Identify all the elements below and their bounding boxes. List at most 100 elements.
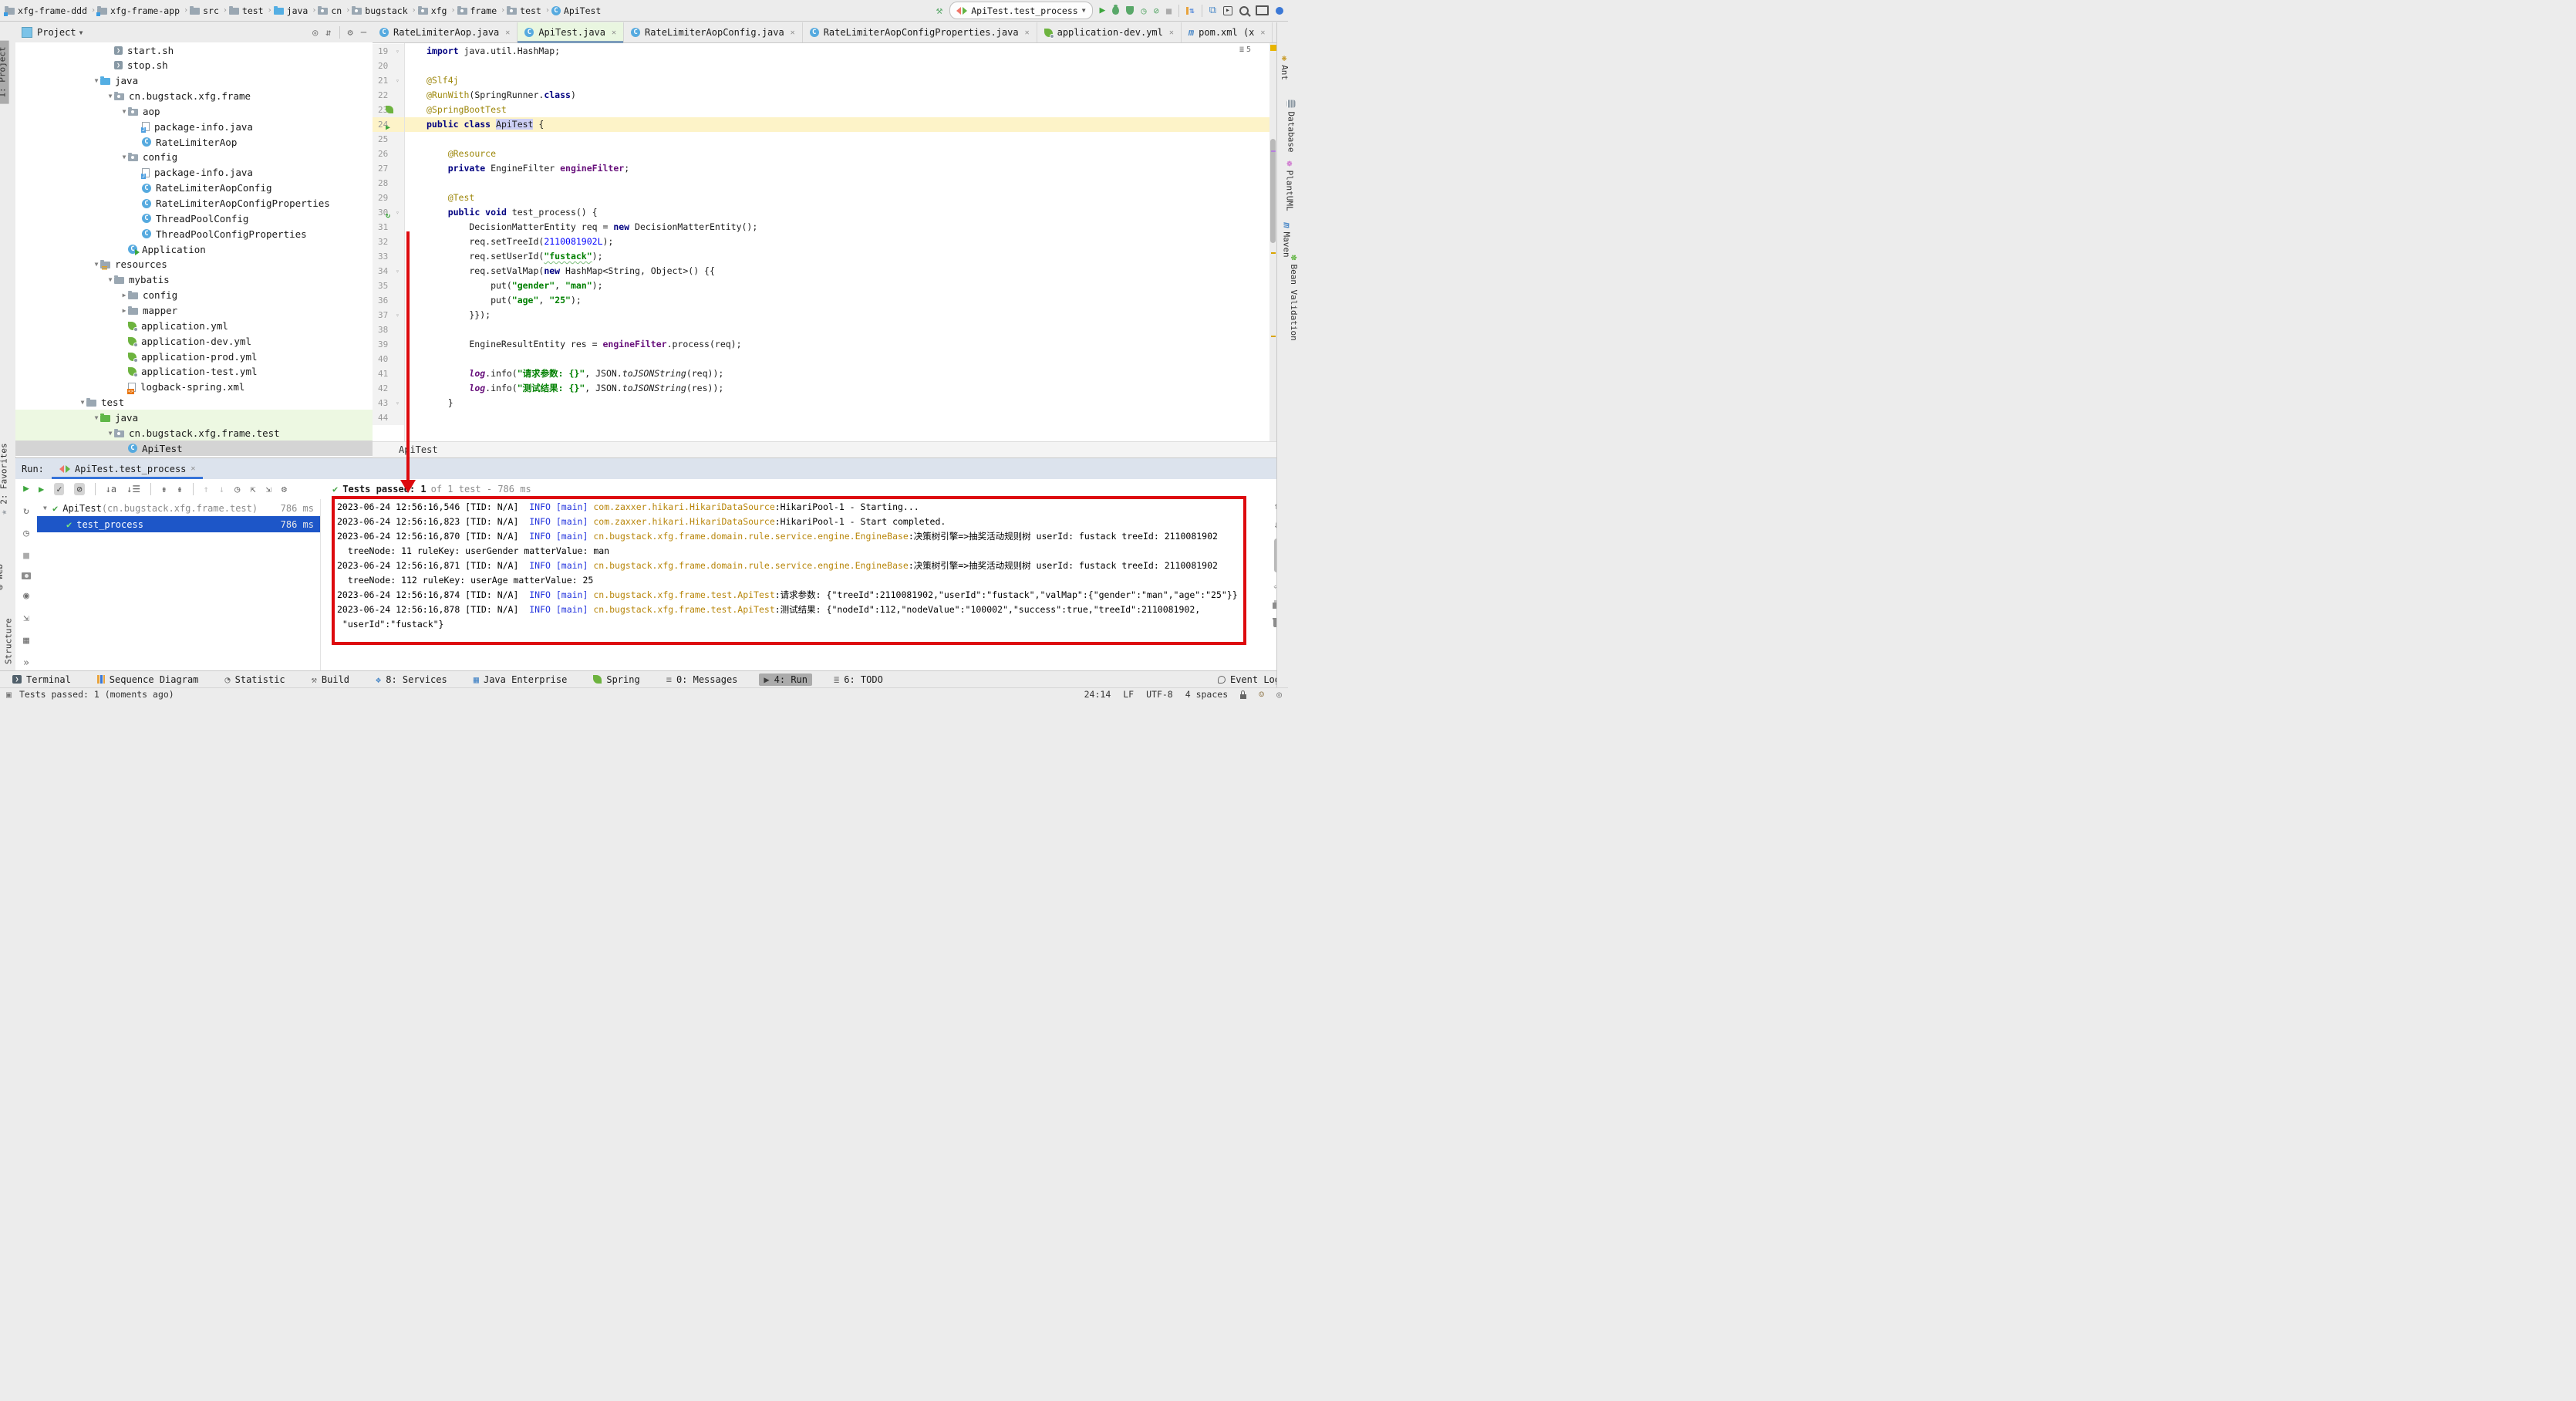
profiler-button[interactable]: ◷ [1141, 5, 1146, 16]
tree-item[interactable]: package-info.java [15, 165, 373, 181]
rerun-failed-button[interactable]: ↻ [23, 505, 29, 517]
run-anything-button[interactable]: ▶ [1223, 5, 1232, 15]
tree-arrow-icon[interactable]: ▶ [120, 292, 128, 299]
gear-icon[interactable]: ⚙ [348, 27, 353, 38]
locate-icon[interactable]: ◎ [312, 27, 318, 38]
debug-button[interactable] [1112, 5, 1120, 15]
readonly-lock-icon[interactable] [1240, 690, 1247, 699]
toolwindow-project-button[interactable]: 1: Project [0, 40, 9, 104]
tree-arrow-icon[interactable]: ▼ [106, 93, 114, 100]
fold-marker-icon[interactable]: ▿ [396, 44, 400, 59]
export-button[interactable]: ⇲ [266, 484, 271, 495]
toolwindow-sequencediagram-button[interactable]: Sequence Diagram [93, 673, 204, 686]
thread-dump-button[interactable] [22, 572, 31, 579]
toolwindow-beanvalidation-button[interactable]: ✽ Bean Validation [1289, 255, 1300, 341]
tree-item[interactable]: RateLimiterAopConfig [15, 181, 373, 196]
settings-button[interactable]: ⚙ [282, 484, 287, 495]
code-line[interactable]: 29 @Test [373, 191, 1269, 205]
code-line[interactable]: 34 ▿ req.setValMap(new HashMap<String, Ob… [373, 264, 1269, 279]
breadcrumb-item[interactable]: frame [457, 5, 497, 16]
editor-tab[interactable]: RateLimiterAop.java ✕ [373, 22, 518, 42]
tab-close-icon[interactable]: ✕ [1025, 29, 1030, 37]
tree-item[interactable]: ▶ config [15, 288, 373, 303]
tree-item[interactable]: ThreadPoolConfig [15, 211, 373, 226]
code-line[interactable]: 39 EngineResultEntity res = engineFilter… [373, 337, 1269, 352]
import-tests-button[interactable]: ⇲ [23, 613, 29, 624]
check-button[interactable]: ✓ [54, 483, 65, 495]
toolwindow-terminal-button[interactable]: Terminal [8, 673, 76, 686]
editor-tab[interactable]: m pom.xml (x ✕ [1182, 22, 1273, 42]
profiler-attach-button[interactable]: ⊘ [1154, 5, 1159, 16]
tree-item[interactable]: logback-spring.xml [15, 380, 373, 395]
code-line[interactable]: 23 @SpringBootTest [373, 103, 1269, 117]
tree-item[interactable]: ApiTest [15, 441, 373, 457]
tree-arrow-icon[interactable]: ▼ [79, 399, 86, 406]
tree-item[interactable]: ThreadPoolConfigProperties [15, 226, 373, 241]
tree-item[interactable]: package-info.java [15, 119, 373, 134]
sync-changes-icon[interactable]: ⇅ [1186, 5, 1195, 15]
tree-item[interactable]: RateLimiterAopConfigProperties [15, 196, 373, 211]
tree-item[interactable]: start.sh [15, 42, 373, 58]
tree-item[interactable]: application-test.yml [15, 364, 373, 380]
tree-item[interactable]: ▼ resources [15, 257, 373, 272]
sort-alpha-button[interactable]: ↓a [106, 484, 116, 495]
breadcrumb-item[interactable]: src [190, 5, 219, 16]
breadcrumb-item[interactable]: cn [318, 5, 342, 16]
editor-breadcrumb-bar[interactable]: ApiTest [373, 441, 1276, 457]
tab-close-icon[interactable]: ✕ [505, 29, 510, 37]
hide-panel-icon[interactable]: ─ [361, 27, 366, 38]
tree-item[interactable]: ▼ java [15, 410, 373, 426]
skip-button[interactable]: ⊘ [74, 483, 85, 495]
editor-scrollbar[interactable] [1270, 139, 1276, 243]
highlighting-level-icon[interactable]: ☺ [1259, 689, 1264, 700]
next-button[interactable]: ↓ [219, 484, 224, 495]
tree-item[interactable]: ▼ test [15, 395, 373, 410]
tree-item[interactable]: application-dev.yml [15, 333, 373, 349]
search-everywhere-button[interactable] [1239, 5, 1249, 15]
tree-item[interactable]: ▼ config [15, 150, 373, 165]
tab-close-icon[interactable]: ✕ [1169, 29, 1174, 37]
code-line[interactable]: 26 @Resource [373, 147, 1269, 161]
project-structure-button[interactable]: ⧉ [1209, 5, 1216, 16]
toolwindow-favorites-button[interactable]: ★ 2: Favorites [0, 443, 9, 515]
code-line[interactable]: 27 private EngineFilter engineFilter; [373, 161, 1269, 176]
layout-grid-button[interactable]: ▦ [23, 635, 29, 646]
permissions-icon[interactable]: ◎ [1276, 689, 1282, 700]
tree-item[interactable]: ▼ java [15, 73, 373, 89]
tree-item[interactable]: ▶ mapper [15, 302, 373, 318]
code-line[interactable]: 21 ▿ @Slf4j [373, 73, 1269, 88]
status-message[interactable]: Tests passed: 1 (moments ago) [19, 689, 174, 700]
breadcrumb-item[interactable]: xfg [417, 5, 447, 16]
prev-button[interactable]: ↑ [204, 484, 209, 495]
code-line[interactable]: 41 log.info("请求参数: {}", JSON.toJSONStrin… [373, 366, 1269, 381]
tree-arrow-icon[interactable]: ▶ [120, 307, 128, 314]
coverage-button[interactable] [1126, 6, 1135, 15]
fold-marker-icon[interactable]: ▿ [396, 264, 400, 279]
tree-item[interactable]: RateLimiterAop [15, 134, 373, 150]
breadcrumb-item[interactable]: test [228, 5, 264, 16]
tree-item[interactable]: application.yml [15, 318, 373, 333]
toolwindow-statistic-button[interactable]: ◔ Statistic [220, 673, 289, 686]
toolwindow-database-button[interactable]: Database [1286, 100, 1296, 152]
fold-marker-icon[interactable]: ▿ [396, 396, 400, 410]
toolwindow-run-button[interactable]: ▶ 4: Run [759, 673, 813, 686]
run-button[interactable]: ▶ [1100, 5, 1106, 16]
tree-item[interactable]: stop.sh [15, 58, 373, 73]
toolwindow-web-button[interactable]: ◍ Web [0, 564, 5, 590]
spring-bean-gutter-icon[interactable] [386, 105, 393, 113]
tree-arrow-icon[interactable]: ▼ [106, 276, 114, 283]
breadcrumb-item[interactable]: xfg-frame-ddd [4, 5, 87, 16]
code-line[interactable]: 37 ▿ }}); [373, 308, 1269, 322]
editor-tab[interactable]: RateLimiterAopConfig.java ✕ [624, 22, 803, 42]
tree-item[interactable]: ▼ cn.bugstack.xfg.frame.test [15, 425, 373, 441]
code-line[interactable]: 24 ▶ public class ApiTest { [373, 117, 1269, 132]
tab-close-icon[interactable]: ✕ [612, 29, 616, 37]
toolwindow-messages-button[interactable]: ≡ 0: Messages [662, 673, 743, 686]
tree-arrow-icon[interactable]: ▼ [93, 261, 100, 268]
test-results-tree[interactable]: ▼ ✔ ApiTest (cn.bugstack.xfg.frame.test) 78… [37, 500, 320, 670]
code-line[interactable]: 43 ▿ } [373, 396, 1269, 410]
code-line[interactable]: 30 ↻ ▿ public void test_process() { [373, 205, 1269, 220]
code-line[interactable]: 28 [373, 176, 1269, 191]
breadcrumb-item[interactable]: ApiTest [551, 5, 601, 16]
test-tree-row[interactable]: ▼ ✔ ApiTest (cn.bugstack.xfg.frame.test) 78… [37, 500, 320, 516]
